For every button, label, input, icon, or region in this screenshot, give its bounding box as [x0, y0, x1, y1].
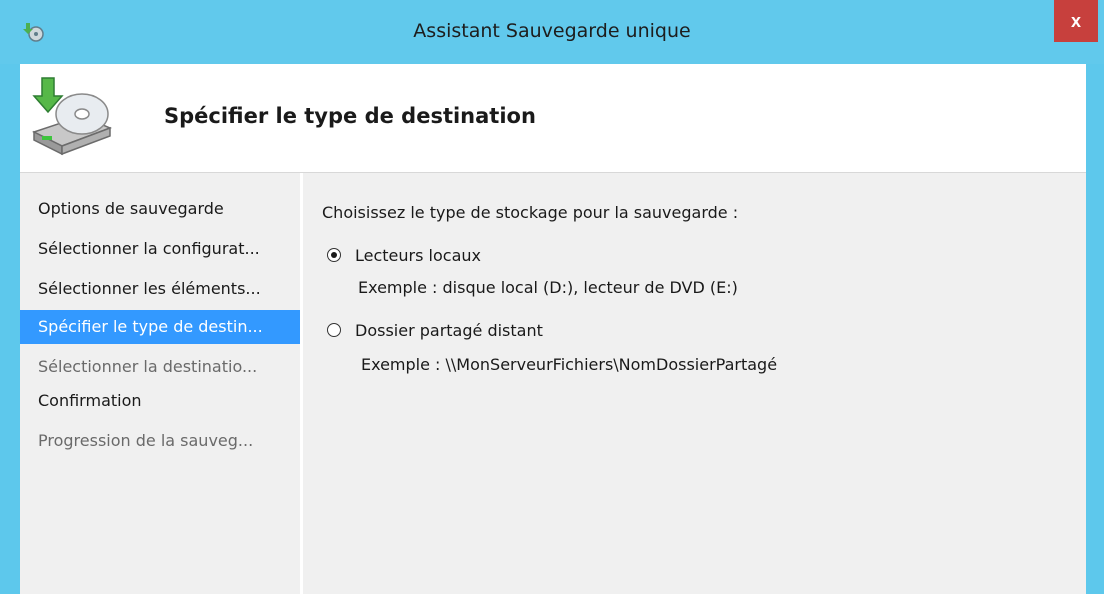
radio-button[interactable]	[327, 323, 341, 337]
nav-item-progression-sauvegarde: Progression de la sauveg...	[38, 431, 254, 450]
close-button[interactable]: x	[1054, 0, 1098, 42]
example-local-drives: Exemple : disque local (D:), lecteur de …	[358, 278, 738, 297]
nav-item-options-sauvegarde[interactable]: Options de sauvegarde	[20, 192, 300, 226]
window-title: Assistant Sauvegarde unique	[413, 20, 691, 42]
main-panel: Choisissez le type de stockage pour la s…	[303, 173, 1086, 594]
wizard-header: Spécifier le type de destination	[20, 64, 1086, 173]
example-remote-share: Exemple : \\MonServeurFichiers\NomDossie…	[361, 355, 778, 374]
radio-label[interactable]: Dossier partagé distant	[355, 321, 543, 340]
page-title: Spécifier le type de destination	[164, 104, 536, 128]
wizard-steps-nav: Options de sauvegarde Sélectionner la co…	[20, 173, 300, 594]
nav-item-specifier-type-destination[interactable]: Spécifier le type de destin...	[20, 310, 300, 344]
radio-option-dossier-partage[interactable]: Dossier partagé distant	[327, 319, 543, 341]
nav-item-selectionner-destination: Sélectionner la destinatio...	[38, 357, 258, 376]
radio-label[interactable]: Lecteurs locaux	[355, 246, 481, 265]
nav-item-selectionner-configuration[interactable]: Sélectionner la configurat...	[20, 232, 300, 266]
nav-item-selectionner-elements[interactable]: Sélectionner les éléments...	[20, 272, 300, 306]
radio-option-lecteurs-locaux[interactable]: Lecteurs locaux	[327, 244, 481, 266]
nav-item-confirmation[interactable]: Confirmation	[20, 384, 300, 418]
storage-type-prompt: Choisissez le type de stockage pour la s…	[322, 203, 739, 222]
backup-disk-icon	[32, 77, 113, 156]
radio-button-checked[interactable]	[327, 248, 341, 262]
title-bar: Assistant Sauvegarde unique x	[0, 0, 1104, 64]
